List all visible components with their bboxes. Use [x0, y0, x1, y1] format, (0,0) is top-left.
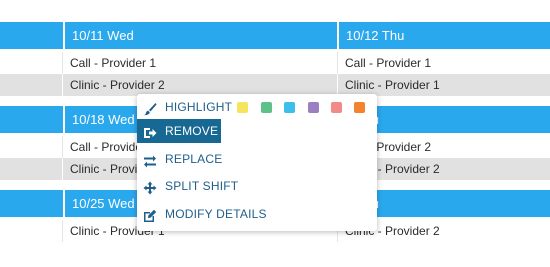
- week-header-spacer: [0, 190, 60, 217]
- swatch-blue[interactable]: [284, 102, 295, 113]
- shift-cell[interactable]: Call - Provider 1: [337, 52, 550, 74]
- menu-item-highlight[interactable]: HIGHLIGHT: [137, 95, 377, 119]
- shift-cell[interactable]: Call - Provider 1: [62, 52, 337, 74]
- menu-item-split-shift[interactable]: SPLIT SHIFT: [137, 174, 377, 198]
- swatch-green[interactable]: [261, 102, 272, 113]
- row-label: [0, 136, 62, 158]
- menu-item-label: REMOVE: [165, 124, 219, 138]
- remove-icon: [143, 124, 157, 138]
- shift-cell[interactable]: Clinic - Provider 2: [62, 74, 337, 96]
- table-row: Clinic - Provider 2 Clinic - Provider 1: [0, 74, 550, 96]
- menu-item-label: SPLIT SHIFT: [165, 179, 239, 193]
- menu-item-modify-details[interactable]: MODIFY DETAILS: [137, 202, 377, 226]
- week-header-spacer: [0, 106, 60, 133]
- move-arrows-icon: [143, 179, 157, 195]
- day-header-wed[interactable]: 10/11 Wed: [63, 22, 335, 49]
- week-header: 10/11 Wed 10/12 Thu: [0, 22, 550, 49]
- swatch-pink[interactable]: [331, 102, 342, 113]
- brush-icon: [143, 100, 157, 116]
- menu-item-remove[interactable]: REMOVE: [137, 119, 221, 143]
- week-header-spacer: [0, 22, 60, 49]
- day-header-thu[interactable]: 10/12 Thu: [337, 22, 550, 49]
- menu-item-label: HIGHLIGHT: [165, 100, 233, 114]
- row-label: [0, 220, 62, 242]
- menu-item-label: MODIFY DETAILS: [165, 207, 267, 221]
- edit-icon: [143, 207, 157, 222]
- row-label: [0, 158, 62, 180]
- menu-item-label: REPLACE: [165, 152, 223, 166]
- menu-item-replace[interactable]: REPLACE: [137, 147, 377, 171]
- swatch-orange[interactable]: [354, 102, 365, 113]
- swatch-purple[interactable]: [308, 102, 319, 113]
- row-label: [0, 52, 62, 74]
- swatch-yellow[interactable]: [237, 102, 248, 113]
- row-label: [0, 74, 62, 96]
- swap-icon: [143, 152, 157, 168]
- shift-context-menu: HIGHLIGHT REMOVE REPLACE SPLIT SHIFT MOD…: [137, 94, 377, 231]
- table-row: Call - Provider 1 Call - Provider 1: [0, 52, 550, 74]
- shift-cell[interactable]: Clinic - Provider 1: [337, 74, 550, 96]
